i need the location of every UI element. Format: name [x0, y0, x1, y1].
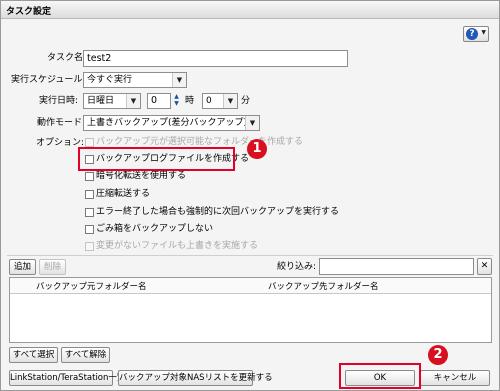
day-select[interactable]: 日曜日 ▼ [83, 93, 141, 109]
refresh-nas-list-button[interactable]: バックアップ対象NASリストを更新する [118, 370, 273, 386]
chevron-down-icon: ▼ [126, 94, 140, 108]
hour-spinner[interactable]: ▲ ▼ [172, 93, 181, 108]
help-icon: ? [466, 28, 478, 40]
mode-value: 上書きバックアップ(差分バックアップ) [87, 118, 248, 128]
option-checkbox-overwrite-unchanged[interactable] [85, 242, 94, 251]
highlight-ok-button [339, 363, 421, 389]
window-title: タスク設定 [6, 7, 52, 17]
schedule-value: 今すぐ実行 [87, 75, 133, 85]
spin-up-icon[interactable]: ▲ [172, 93, 181, 100]
mode-select[interactable]: 上書きバックアップ(差分バックアップ) ▼ [83, 115, 260, 131]
close-icon: ✕ [480, 261, 489, 271]
deselect-all-button[interactable]: すべて解除 [61, 347, 110, 363]
option-checkbox-compression[interactable] [85, 190, 94, 199]
option-checkbox-skip-trash[interactable] [85, 225, 94, 234]
spin-down-icon[interactable]: ▼ [172, 100, 181, 107]
date-label: 実行日時: [39, 96, 79, 106]
add-button[interactable]: 追加 [9, 259, 36, 275]
chevron-down-icon: ▼ [172, 73, 186, 87]
option-label-compression: 圧縮転送する [96, 189, 151, 199]
chevron-down-icon: ▼ [481, 29, 486, 36]
hour-unit: 時 [185, 96, 195, 106]
divider [7, 255, 493, 256]
option-checkbox-force-next[interactable] [85, 208, 94, 217]
help-button[interactable]: ? ▼ [463, 26, 489, 42]
highlight-log-option [78, 147, 235, 171]
schedule-select[interactable]: 今すぐ実行 ▼ [83, 72, 187, 88]
filter-input[interactable] [319, 258, 474, 275]
minute-select[interactable]: 0 ▼ [202, 93, 238, 109]
mode-label: 動作モード: [37, 118, 86, 128]
chevron-down-icon: ▼ [245, 116, 259, 130]
option-label-overwrite-unchanged: 変更がないファイルも上書きを実施する [96, 241, 259, 251]
cancel-button[interactable]: キャンセル [420, 370, 490, 386]
title-bar: タスク設定 [1, 1, 499, 19]
filter-label: 絞り込み: [277, 262, 317, 272]
chevron-down-icon: ▼ [223, 94, 237, 108]
select-all-button[interactable]: すべて選択 [9, 347, 58, 363]
hour-input[interactable]: 0 [147, 93, 171, 109]
task-settings-dialog: タスク設定 ? ▼ タスク名: test2 実行スケジュール: 今すぐ実行 ▼ … [0, 0, 500, 391]
option-label-encryption: 暗号化転送を使用する [96, 171, 187, 181]
task-name-input[interactable]: test2 [83, 50, 348, 67]
clear-filter-button[interactable]: ✕ [477, 258, 492, 275]
callout-badge-2: 2 [428, 345, 448, 365]
day-value: 日曜日 [87, 96, 115, 106]
option-checkbox-selectable-folder[interactable] [85, 138, 94, 147]
option-label-skip-trash: ごみ箱をバックアップしない [96, 224, 214, 234]
minute-value: 0 [206, 96, 212, 106]
linkstation-list-button[interactable]: LinkStation/TeraStation一覧 [9, 370, 125, 386]
column-header-source[interactable]: バックアップ元フォルダー名 [36, 280, 147, 292]
option-checkbox-encryption[interactable] [85, 172, 94, 181]
column-header-destination[interactable]: バックアップ先フォルダー名 [268, 280, 379, 292]
callout-badge-1: 1 [247, 139, 267, 159]
minute-unit: 分 [241, 96, 251, 106]
option-label-force-next: エラー終了した場合も強制的に次回バックアップを実行する [96, 207, 340, 217]
task-name-label: タスク名: [47, 53, 87, 63]
schedule-label: 実行スケジュール: [11, 75, 86, 85]
options-label: オプション: [36, 138, 85, 148]
table-header: バックアップ元フォルダー名 バックアップ先フォルダー名 [10, 278, 491, 294]
folder-table[interactable]: バックアップ元フォルダー名 バックアップ先フォルダー名 [9, 277, 492, 343]
delete-button[interactable]: 削除 [39, 259, 66, 275]
